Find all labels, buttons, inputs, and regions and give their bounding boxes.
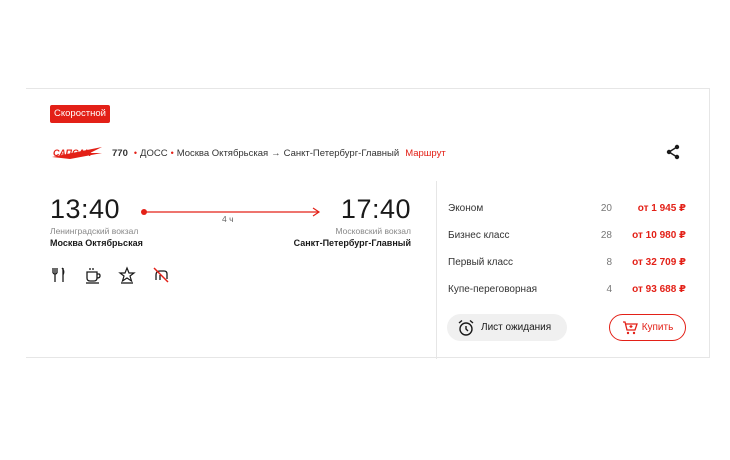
fare-class: Первый класс (448, 257, 514, 268)
train-number: 770 (112, 147, 128, 159)
coffee-icon (86, 268, 101, 284)
fare-class: Купе-переговорная (448, 284, 538, 295)
svg-text:САПСАН: САПСАН (53, 148, 92, 158)
separator-dot: • (133, 148, 138, 158)
cart-icon (622, 320, 638, 334)
waitlist-label: Лист ожидания (481, 322, 552, 333)
fare-row[interactable]: Купе-переговорная 4 от 93 688 ₽ (448, 280, 686, 307)
share-icon[interactable] (665, 144, 681, 160)
route-link[interactable]: Маршрут (405, 148, 446, 159)
departure-station-sub: Ленинградский вокзал (50, 226, 139, 236)
fares-list: Эконом 20 от 1 945 ₽ Бизнес класс 28 от … (448, 199, 686, 307)
buy-button[interactable]: Купить (609, 314, 686, 341)
fare-row[interactable]: Бизнес класс 28 от 10 980 ₽ (448, 226, 686, 253)
star-icon (118, 266, 136, 284)
separator-dot: • (170, 148, 174, 158)
fare-price: от 1 945 ₽ (637, 203, 686, 214)
train-card: Скоростной САПСАН 770 • ДОСС • Москва Ок… (26, 88, 710, 359)
no-pets-icon (153, 267, 169, 283)
arrival-time: 17:40 (340, 194, 411, 224)
arrival-station: Санкт-Петербург-Главный (293, 238, 411, 248)
fare-seats: 28 (600, 230, 612, 241)
fare-seats: 4 (606, 284, 612, 295)
carrier-name: ДОСС (140, 147, 168, 159)
fare-class: Бизнес класс (448, 230, 510, 241)
buy-label: Купить (641, 322, 674, 333)
route-to: Санкт-Петербург-Главный (283, 147, 400, 159)
waitlist-button[interactable]: Лист ожидания (447, 314, 567, 341)
fare-price: от 10 980 ₽ (632, 230, 686, 241)
arrival-station-sub: Московский вокзал (335, 226, 412, 236)
departure-station: Москва Октябрьская (50, 238, 143, 248)
route-from: Москва Октябрьская (176, 147, 269, 159)
restaurant-icon (52, 267, 65, 282)
fare-seats: 8 (606, 257, 612, 268)
fare-price: от 32 709 ₽ (632, 257, 686, 268)
alarm-clock-icon (458, 319, 474, 336)
fare-class: Эконом (448, 203, 484, 214)
fare-row[interactable]: Эконом 20 от 1 945 ₽ (448, 199, 686, 226)
trip-duration: 4 ч (222, 214, 234, 224)
sapsan-logo: САПСАН (52, 147, 102, 159)
route-info: САПСАН 770 • ДОСС • Москва Октябрьская →… (50, 145, 446, 161)
fare-price: от 93 688 ₽ (632, 284, 686, 295)
route-arrow: → (271, 147, 281, 159)
fare-row[interactable]: Первый класс 8 от 32 709 ₽ (448, 253, 686, 280)
section-divider (436, 181, 437, 359)
train-type-badge: Скоростной (50, 105, 110, 123)
fare-seats: 20 (600, 203, 612, 214)
departure-time: 13:40 (50, 194, 121, 224)
amenities-list (50, 266, 170, 284)
